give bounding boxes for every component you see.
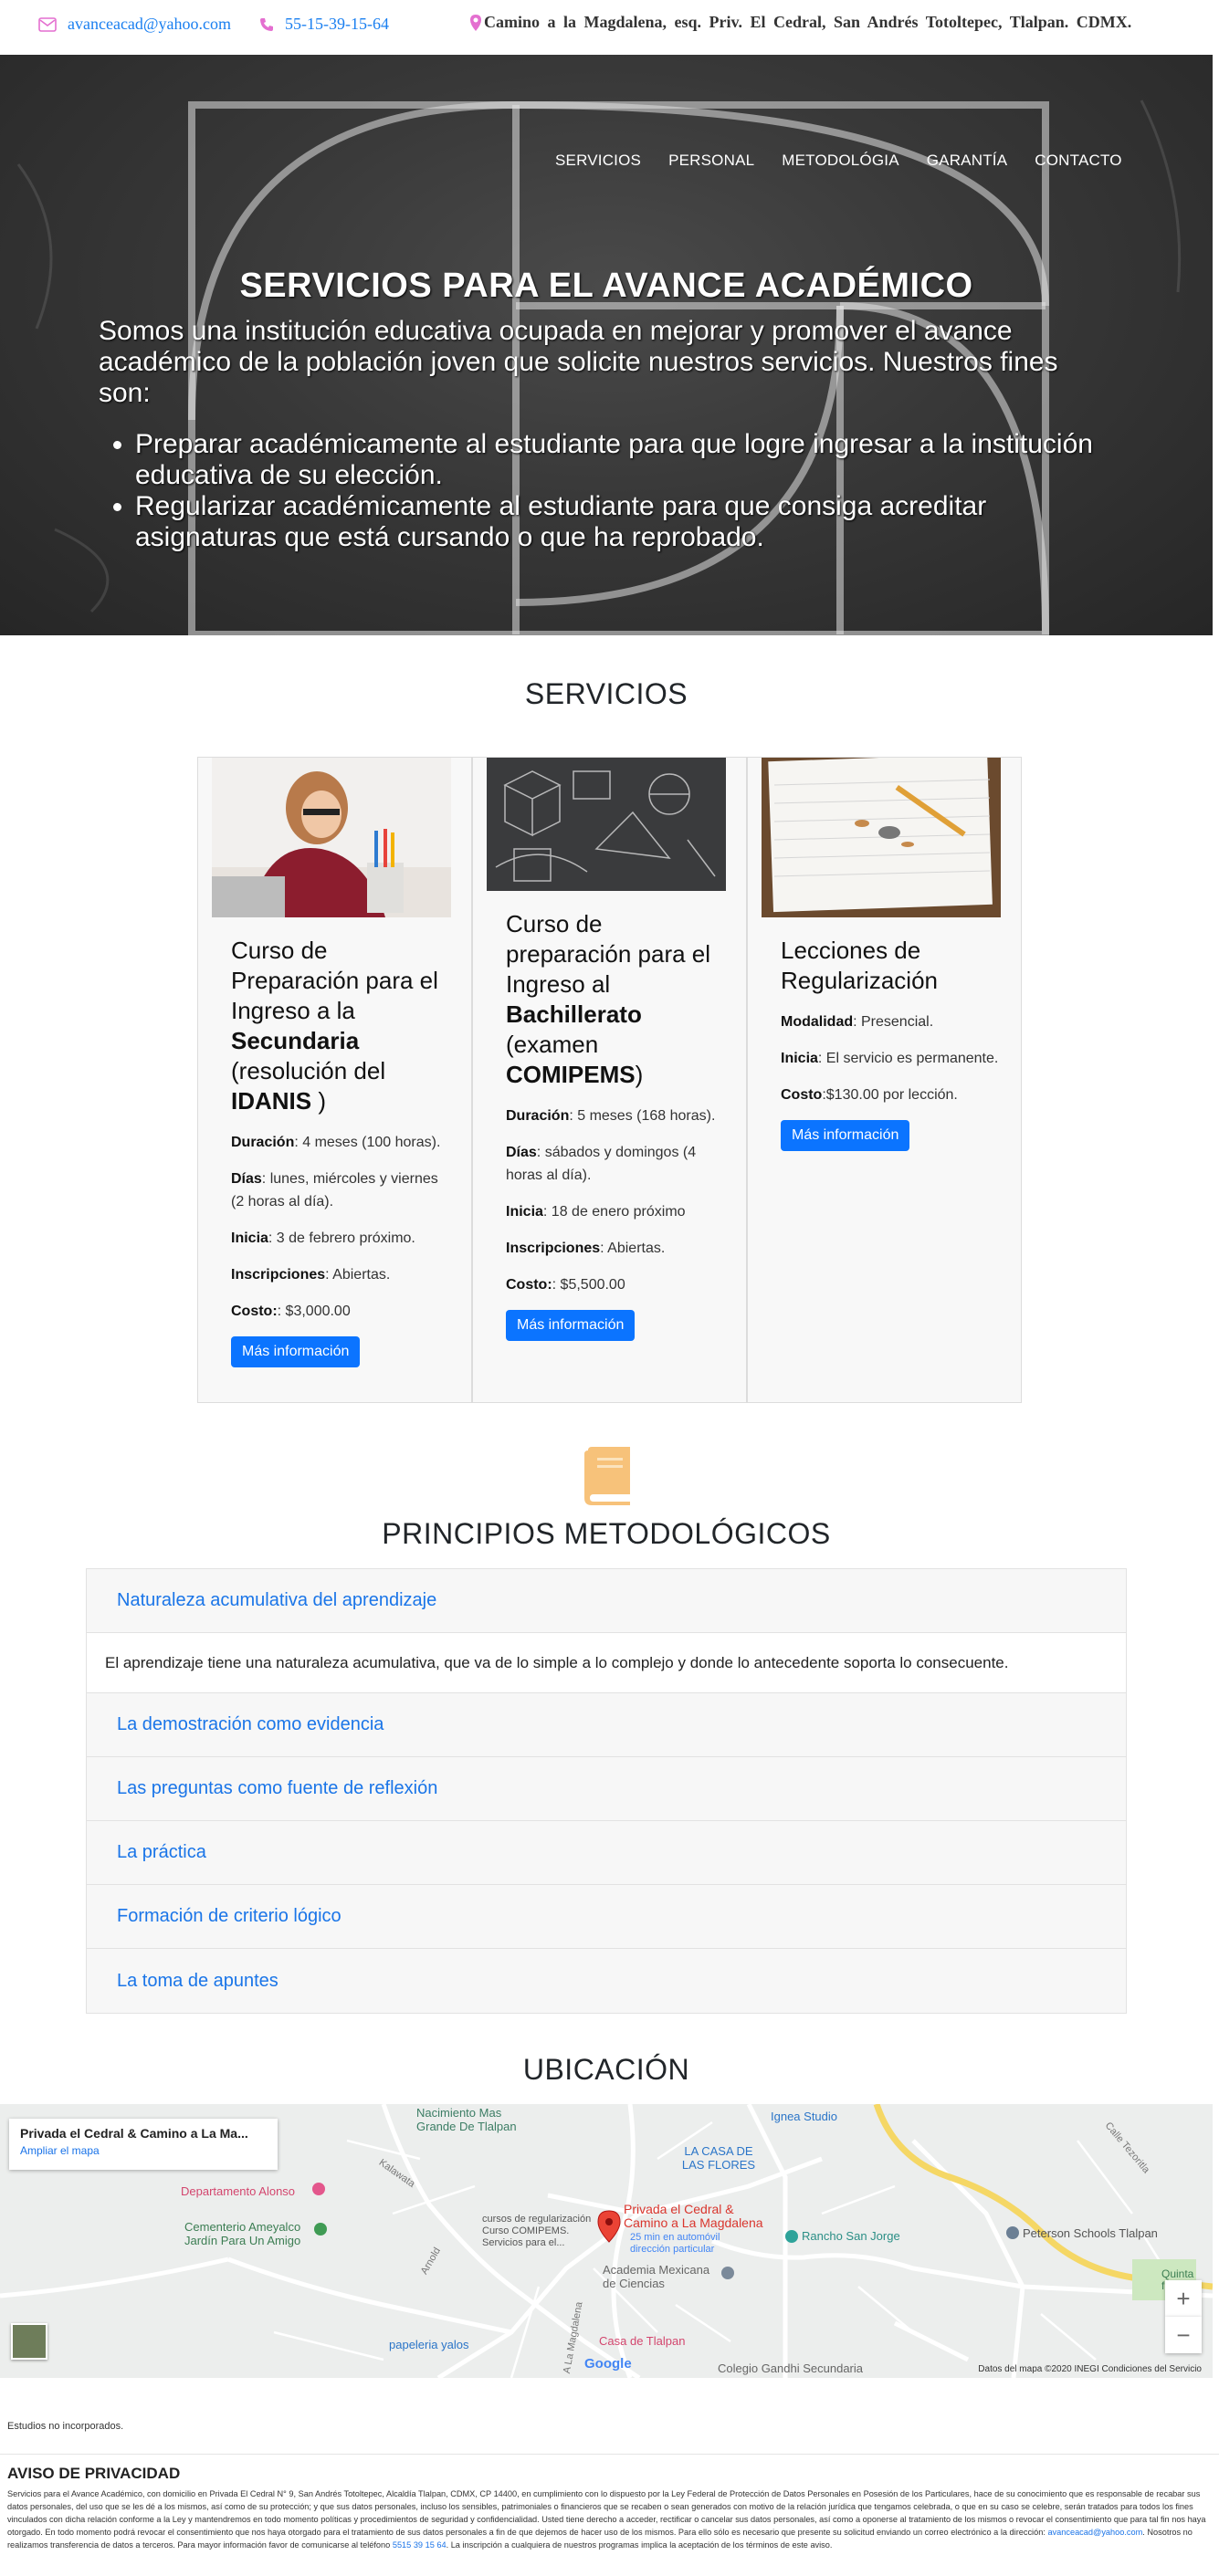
email-text: avanceacad@yahoo.com	[68, 15, 231, 33]
service-days: Días: lunes, miércoles y viernes (2 hora…	[231, 1171, 438, 1209]
hero-title: SERVICIOS PARA EL AVANCE ACADÉMICO	[239, 267, 973, 305]
enlarge-map-link[interactable]: Ampliar el mapa	[20, 2144, 267, 2157]
poi-ignea[interactable]: Ignea Studio	[771, 2110, 837, 2123]
map-pin-icon[interactable]	[597, 2210, 621, 2247]
poi-marker-icon	[721, 2267, 734, 2279]
service-enrollment: Inscripciones: Abiertas.	[231, 1267, 391, 1283]
phone-link[interactable]: 55-15-39-15-64	[259, 15, 389, 34]
service-modality: Modalidad: Presencial.	[781, 1014, 934, 1030]
map-credits: Datos del mapa ©2020 INEGI Condiciones d…	[978, 2364, 1202, 2374]
service-card-secundaria: Curso de Preparación para el Ingreso a l…	[197, 757, 472, 1403]
phone-icon	[259, 17, 274, 32]
service-card-title: Lecciones de Regularización	[781, 937, 938, 994]
poi-gandhi[interactable]: Colegio Gandhi Secundaria	[718, 2361, 863, 2375]
footer-divider	[0, 2454, 1219, 2455]
zoom-out-button[interactable]: −	[1165, 2317, 1202, 2353]
nav-personal[interactable]: PERSONAL	[668, 152, 754, 170]
service-card-title: Curso de Preparación para el Ingreso a l…	[231, 937, 438, 1115]
service-card-body: Lecciones de Regularización Modalidad: P…	[781, 936, 1004, 1151]
notebook-pencil-image	[762, 758, 1001, 917]
main-nav: SERVICIOS PERSONAL METODOLÓGIA GARANTÍA …	[555, 152, 1150, 170]
service-card-regularizacion: Lecciones de Regularización Modalidad: P…	[747, 757, 1022, 1403]
hero-goals: Preparar académicamente al estudiante pa…	[135, 429, 1121, 553]
privacy-email-link[interactable]: avanceacad@yahoo.com	[1047, 2528, 1142, 2537]
services-title: SERVICIOS	[524, 677, 688, 710]
service-card-body: Curso de preparación para el Ingreso al …	[506, 909, 730, 1341]
chalkboard-math-image	[487, 758, 726, 891]
more-info-button[interactable]: Más información	[506, 1310, 636, 1341]
nav-metodologia[interactable]: METODOLÓGIA	[782, 152, 898, 170]
poi-papeleria[interactable]: papeleria yalos	[389, 2338, 468, 2351]
hero-intro: Somos una institución educativa ocupada …	[99, 316, 1058, 408]
accordion-item-demostracion[interactable]: La demostración como evidencia	[87, 1693, 1126, 1757]
poi-alonso[interactable]: Departamento Alonso	[181, 2184, 295, 2198]
poi-cursos[interactable]: cursos de regularización Curso COMIPEMS.…	[482, 2214, 601, 2249]
more-info-button[interactable]: Más información	[781, 1120, 910, 1151]
nav-garantia[interactable]: GARANTÍA	[927, 152, 1008, 170]
privacy-text: Servicios para el Avance Académico, con …	[7, 2489, 1206, 2550]
accordion-item-preguntas[interactable]: Las preguntas como fuente de reflexión	[87, 1757, 1126, 1821]
poi-pin-subtitle: 25 min en automóvil dirección particular	[630, 2232, 720, 2255]
service-cost: Costo:$130.00 por lección.	[781, 1087, 958, 1103]
service-start: Inicia: 18 de enero próximo	[506, 1204, 686, 1220]
address-text: Camino a la Magdalena, esq. Priv. El Ced…	[484, 13, 1132, 31]
poi-flores[interactable]: LA CASA DE LAS FLORES	[678, 2144, 760, 2172]
map-place-card: Privada el Cedral & Camino a La Ma... Am…	[9, 2119, 278, 2170]
zoom-in-button[interactable]: +	[1165, 2280, 1202, 2317]
service-card-bachillerato: Curso de preparación para el Ingreso al …	[472, 757, 747, 1403]
service-cards: Curso de Preparación para el Ingreso a l…	[197, 757, 1022, 1403]
satellite-toggle-button[interactable]	[11, 2323, 47, 2360]
privacy-phone-link[interactable]: 5515 39 15 64	[393, 2540, 447, 2550]
poi-casa[interactable]: Casa de Tlalpan	[599, 2334, 685, 2348]
poi-peterson[interactable]: Peterson Schools Tlalpan	[1023, 2226, 1158, 2240]
accordion-item-apuntes[interactable]: La toma de apuntes	[87, 1949, 1126, 2013]
service-start: Inicia: El servicio es permanente.	[781, 1051, 999, 1066]
location-title: UBICACIÓN	[522, 2053, 690, 2086]
service-cost: Costo:: $5,500.00	[506, 1277, 625, 1293]
accordion-item-practica[interactable]: La práctica	[87, 1821, 1126, 1885]
poi-marker-icon	[1006, 2226, 1019, 2239]
nav-servicios[interactable]: SERVICIOS	[555, 152, 641, 170]
footer-note: Estudios no incorporados.	[7, 2421, 124, 2432]
service-start: Inicia: 3 de febrero próximo.	[231, 1230, 415, 1246]
service-days: Días: sábados y domingos (4 horas al día…	[506, 1145, 697, 1183]
student-studying-image	[212, 758, 451, 917]
service-duration: Duración: 4 meses (100 horas).	[231, 1135, 441, 1150]
privacy-title: AVISO DE PRIVACIDAD	[7, 2465, 181, 2482]
accordion-item-criterio[interactable]: Formación de criterio lógico	[87, 1885, 1126, 1949]
address: Camino a la Magdalena, esq. Priv. El Ced…	[469, 13, 1131, 32]
accordion-panel-body: El aprendizaje tiene una naturaleza acum…	[87, 1633, 1126, 1693]
poi-pin-title[interactable]: Privada el Cedral & Camino a La Magdalen…	[624, 2203, 770, 2230]
poi-marker-icon	[312, 2183, 325, 2195]
book-icon	[581, 1447, 632, 1505]
hero-goal-item: Preparar académicamente al estudiante pa…	[135, 429, 1121, 491]
poi-academia[interactable]: Academia Mexicana de Ciencias	[603, 2263, 721, 2290]
nav-contacto[interactable]: CONTACTO	[1035, 152, 1121, 170]
phone-text: 55-15-39-15-64	[285, 15, 389, 33]
service-card-body: Curso de Preparación para el Ingreso a l…	[231, 936, 455, 1367]
email-link[interactable]: avanceacad@yahoo.com	[38, 15, 231, 34]
poi-rancho[interactable]: Rancho San Jorge	[802, 2229, 900, 2243]
service-cost: Costo:: $3,000.00	[231, 1304, 351, 1319]
service-enrollment: Inscripciones: Abiertas.	[506, 1241, 666, 1256]
envelope-icon	[38, 16, 57, 32]
poi-marker-icon	[314, 2223, 327, 2236]
methodology-accordion: Naturaleza acumulativa del aprendizaje E…	[86, 1568, 1127, 2014]
poi-cementerio[interactable]: Cementerio Ameyalco Jardín Para Un Amigo	[184, 2220, 321, 2247]
service-card-title: Curso de preparación para el Ingreso al …	[506, 910, 711, 1088]
hero-goal-item: Regularizar académicamente al estudiante…	[135, 491, 1121, 553]
methodology-title: PRINCIPIOS METODOLÓGICOS	[382, 1517, 831, 1550]
hero-banner: SERVICIOS PERSONAL METODOLÓGIA GARANTÍA …	[0, 55, 1213, 635]
top-contact-bar: avanceacad@yahoo.com 55-15-39-15-64 Cami…	[0, 0, 1219, 55]
google-logo: Google	[584, 2356, 632, 2372]
map-place-title: Privada el Cedral & Camino a La Ma...	[20, 2126, 248, 2141]
map-pin-icon	[469, 14, 482, 32]
accordion-item-naturaleza[interactable]: Naturaleza acumulativa del aprendizaje	[87, 1569, 1126, 1633]
service-duration: Duración: 5 meses (168 horas).	[506, 1108, 716, 1124]
poi-nacimiento[interactable]: Nacimiento Mas Grande De Tlalpan	[416, 2106, 535, 2133]
more-info-button[interactable]: Más información	[231, 1336, 361, 1367]
embedded-map[interactable]: Privada el Cedral & Camino a La Ma... Am…	[0, 2104, 1213, 2378]
poi-marker-icon	[785, 2230, 798, 2243]
